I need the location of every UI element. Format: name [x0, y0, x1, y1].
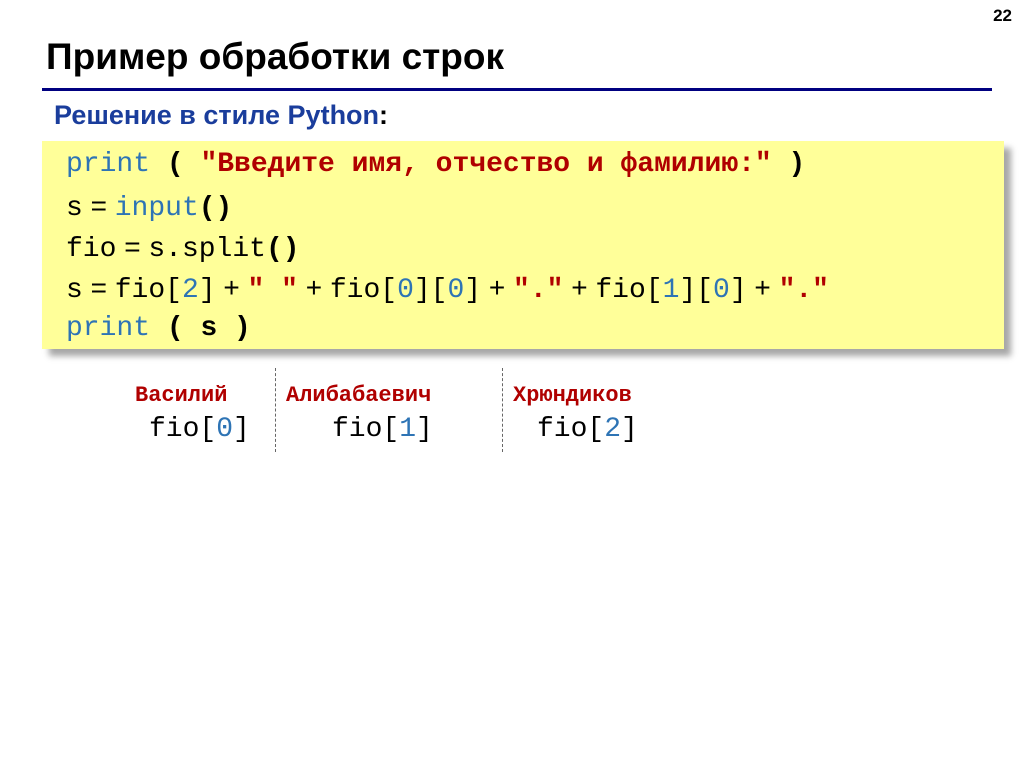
fio-label-text: ]: [233, 414, 250, 445]
code-operator: =: [116, 231, 149, 262]
code-index: 1: [662, 275, 680, 306]
code-line-1: print ( "Введите имя, отчество и фамилию…: [66, 148, 805, 182]
name-part-middle: Алибабаевич: [286, 383, 432, 408]
fio-label-text: fio[: [332, 414, 400, 445]
code-function: s.split: [148, 234, 266, 265]
fio-index: 1: [399, 414, 417, 445]
fio-label-text: ]: [621, 414, 638, 445]
code-paren: (: [150, 313, 201, 344]
code-function: input: [114, 193, 199, 224]
fio-label-text: ]: [416, 414, 433, 445]
code-keyword: print: [66, 149, 151, 180]
code-index: 0: [447, 275, 465, 306]
name-part-last: Хрюндиков: [513, 383, 632, 408]
code-string: "Введите имя, отчество и фамилию:": [200, 149, 772, 180]
divider-line: [275, 368, 276, 452]
code-operator: =: [82, 190, 115, 221]
slide-subtitle: Решение в стиле Python:: [54, 100, 388, 131]
fio-index: 0: [216, 414, 234, 445]
code-text: ]: [729, 275, 747, 306]
name-part-first: Василий: [135, 383, 228, 408]
code-index: 0: [713, 275, 730, 306]
code-string: ".": [778, 275, 829, 306]
code-operator: +: [215, 272, 248, 303]
code-variable: s: [66, 193, 83, 224]
code-paren: ): [217, 313, 251, 344]
code-text: ]: [198, 275, 216, 306]
code-text: fio[: [595, 275, 663, 306]
code-line-3: fio = s.split(): [66, 230, 300, 267]
code-operator: +: [481, 272, 514, 303]
code-operator: +: [297, 272, 330, 303]
code-variable: fio: [66, 234, 117, 265]
divider-line: [502, 368, 503, 452]
code-string: ".": [513, 275, 564, 306]
fio-label-text: fio[: [149, 414, 217, 445]
code-block: print ( "Введите имя, отчество и фамилию…: [42, 141, 1004, 349]
subtitle-text: Решение в стиле Python: [54, 100, 380, 130]
subtitle-colon: :: [379, 100, 389, 130]
title-underline: [42, 88, 992, 91]
fio-label-0: fio[0]: [149, 414, 250, 445]
code-variable: s: [66, 275, 83, 306]
fio-label-2: fio[2]: [537, 414, 638, 445]
code-index: 2: [181, 275, 199, 306]
code-text: ][: [413, 275, 448, 306]
code-paren: ): [771, 149, 806, 180]
code-text: fio[: [114, 275, 182, 306]
code-operator: +: [563, 272, 596, 303]
code-line-2: s = input(): [66, 189, 232, 226]
code-index: 0: [397, 275, 414, 306]
code-line-4: s = fio[2] + " " + fio[0][0] + "." + fio…: [66, 271, 829, 308]
code-variable: s: [200, 313, 218, 344]
slide-title: Пример обработки строк: [46, 36, 505, 77]
code-operator: =: [82, 272, 115, 303]
code-text: ][: [679, 275, 714, 306]
code-operator: +: [746, 272, 779, 303]
code-paren: (: [150, 149, 201, 180]
code-paren: (): [198, 193, 233, 224]
code-text: ]: [464, 275, 482, 306]
code-string: " ": [247, 275, 298, 306]
fio-label-1: fio[1]: [332, 414, 433, 445]
code-paren: (): [265, 234, 300, 265]
code-text: fio[: [329, 275, 398, 306]
fio-index: 2: [604, 414, 622, 445]
code-keyword: print: [66, 313, 151, 344]
fio-label-text: fio[: [537, 414, 605, 445]
page-number: 22: [993, 6, 1012, 25]
code-line-5: print ( s ): [66, 312, 251, 346]
